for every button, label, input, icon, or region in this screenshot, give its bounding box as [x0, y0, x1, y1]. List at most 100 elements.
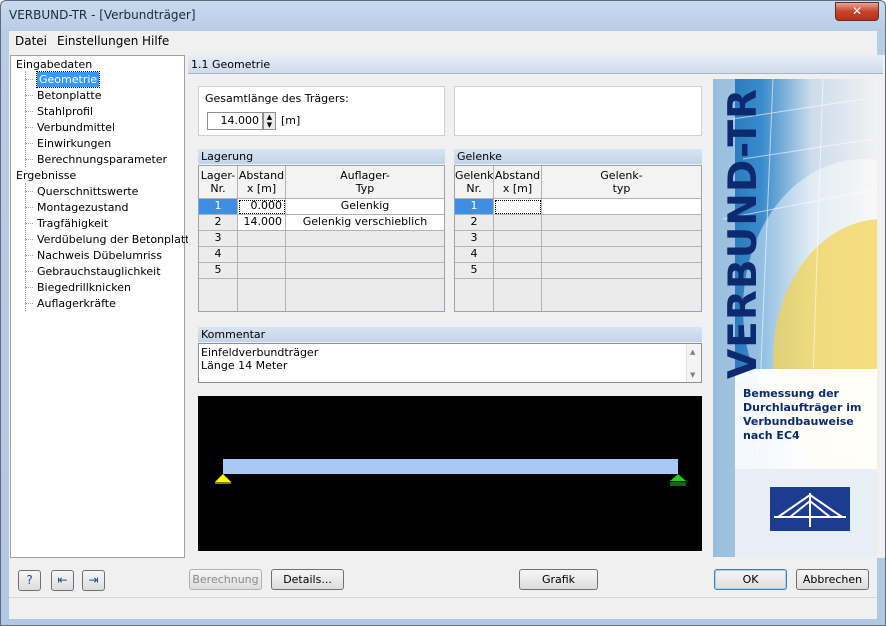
- tree-branch: [25, 111, 33, 112]
- gelenke-cell-typ[interactable]: [542, 199, 701, 215]
- lagerung-row-nr[interactable]: 4: [199, 247, 238, 263]
- gelenke-row-nr[interactable]: 4: [455, 247, 494, 263]
- hinged-support-left: [215, 474, 231, 484]
- length-box: Gesamtlänge des Trägers: 14.000 ▲ ▼ [m]: [198, 86, 445, 136]
- navigator-tree[interactable]: Eingabedaten Geometrie Betonplatte Stahl…: [10, 55, 196, 558]
- gelenke-col-typ: Gelenk- typ: [542, 166, 701, 199]
- lagerung-col-x: Abstand x [m]: [238, 166, 286, 199]
- menu-bar: Datei Einstellungen Hilfe: [9, 31, 877, 51]
- tree-branch: [25, 287, 33, 288]
- kommentar-scrollbar[interactable]: ▲ ▼: [686, 344, 701, 382]
- geometry-panel: 1.1 Geometrie Gesamtlänge des Trägers: 1…: [188, 55, 885, 558]
- gelenke-cell-x[interactable]: [494, 247, 542, 263]
- lagerung-cell-x[interactable]: [238, 247, 286, 263]
- gelenke-col-nr: Gelenk- Nr.: [455, 166, 494, 199]
- lagerung-cell-x[interactable]: 0.000: [238, 199, 286, 215]
- lagerung-cell-typ[interactable]: [286, 231, 444, 247]
- gelenke-col-x: Abstand x [m]: [494, 166, 542, 199]
- beam-graphic[interactable]: [198, 396, 702, 551]
- tree-branch: [25, 143, 33, 144]
- tree-item-tragfaehigkeit[interactable]: Tragfähigkeit: [37, 216, 108, 231]
- abbrechen-button[interactable]: Abbrechen: [796, 569, 869, 590]
- tree-item-biegedrillknicken[interactable]: Biegedrillknicken: [37, 280, 131, 295]
- gelenke-cell-x[interactable]: [494, 215, 542, 231]
- kommentar-line-1: Einfeldverbundträger: [201, 346, 319, 359]
- lagerung-row-nr[interactable]: 3: [199, 231, 238, 247]
- tree-item-einwirkungen[interactable]: Einwirkungen: [37, 136, 111, 151]
- length-label: Gesamtlänge des Trägers:: [205, 92, 349, 105]
- gelenke-row-nr[interactable]: 3: [455, 231, 494, 247]
- gelenke-header: Gelenke: [454, 149, 702, 164]
- import-icon[interactable]: ⇤: [51, 570, 74, 591]
- lagerung-row-nr[interactable]: 5: [199, 263, 238, 279]
- empty-box: [454, 86, 702, 136]
- lagerung-row-nr[interactable]: 1: [199, 199, 238, 215]
- product-logo: VERBUND-TR Bemessung der Durchlaufträger…: [713, 79, 877, 557]
- gelenke-cell-typ[interactable]: [542, 247, 701, 263]
- lagerung-cell-typ[interactable]: Gelenkig verschieblich: [286, 215, 444, 231]
- gelenke-cell-x[interactable]: [494, 231, 542, 247]
- gelenke-cell-x[interactable]: [494, 199, 542, 215]
- help-icon[interactable]: ?: [18, 570, 41, 591]
- beam-shape: [223, 459, 678, 474]
- lagerung-cell-x[interactable]: 14.000: [238, 215, 286, 231]
- menu-einstellungen[interactable]: Einstellungen: [57, 34, 138, 48]
- lagerung-col-nr: Lager- Nr.: [199, 166, 238, 199]
- tree-item-stahlprofil[interactable]: Stahlprofil: [37, 104, 93, 119]
- lagerung-table[interactable]: Lager- Nr. Abstand x [m] Auflager- Typ 1…: [198, 165, 445, 312]
- length-input[interactable]: 14.000: [207, 112, 263, 130]
- gelenke-row-nr[interactable]: 1: [455, 199, 494, 215]
- tree-item-querschnittswerte[interactable]: Querschnittswerte: [37, 184, 138, 199]
- tree-item-verduebelung[interactable]: Verdübelung der Betonplatte: [37, 232, 196, 247]
- tree-branch: [25, 207, 33, 208]
- ok-button[interactable]: OK: [714, 569, 787, 590]
- window-title: VERBUND-TR - [Verbundträger]: [9, 8, 196, 22]
- tree-item-auflagerkraefte[interactable]: Auflagerkräfte: [37, 296, 116, 311]
- grafik-button[interactable]: Grafik: [519, 569, 598, 590]
- lagerung-header: Lagerung: [198, 149, 445, 164]
- lagerung-row-nr[interactable]: 2: [199, 215, 238, 231]
- gelenke-cell-typ[interactable]: [542, 263, 701, 279]
- kommentar-textarea[interactable]: Einfeldverbundträger Länge 14 Meter ▲ ▼: [198, 343, 702, 383]
- status-bar: [9, 597, 877, 617]
- menu-datei[interactable]: Datei: [15, 34, 47, 48]
- berechnung-button[interactable]: Berechnung: [189, 569, 262, 590]
- tree-branch: [25, 127, 33, 128]
- tree-item-montagezustand[interactable]: Montagezustand: [37, 200, 128, 215]
- lagerung-cell-empty: [238, 279, 286, 311]
- scroll-up-icon[interactable]: ▲: [690, 348, 695, 356]
- tree-item-gebrauchstauglichkeit[interactable]: Gebrauchstauglichkeit: [37, 264, 161, 279]
- gelenke-table[interactable]: Gelenk- Nr. Abstand x [m] Gelenk- typ 1 …: [454, 165, 702, 312]
- main-window: VERBUND-TR - [Verbundträger] ✕ Datei Ein…: [0, 0, 886, 626]
- tree-item-berechnungsparameter[interactable]: Berechnungsparameter: [37, 152, 167, 167]
- tree-branch: [25, 191, 33, 192]
- gelenke-cell-x[interactable]: [494, 263, 542, 279]
- tree-item-geometrie[interactable]: Geometrie: [35, 71, 101, 88]
- export-icon[interactable]: ⇥: [82, 570, 105, 591]
- menu-hilfe[interactable]: Hilfe: [142, 34, 169, 48]
- tree-item-verbundmittel[interactable]: Verbundmittel: [37, 120, 115, 135]
- lagerung-cell-typ[interactable]: [286, 247, 444, 263]
- tree-item-betonplatte[interactable]: Betonplatte: [37, 88, 102, 103]
- tree-branch: [25, 159, 33, 160]
- tree-line: [25, 71, 26, 167]
- details-button[interactable]: Details...: [271, 569, 344, 590]
- lagerung-cell-typ[interactable]: [286, 263, 444, 279]
- length-spinner[interactable]: ▲ ▼: [263, 112, 276, 130]
- tree-line: [25, 183, 26, 311]
- gelenke-cell-typ[interactable]: [542, 231, 701, 247]
- tree-item-duebelumriss[interactable]: Nachweis Dübelumriss: [37, 248, 162, 263]
- kommentar-line-2: Länge 14 Meter: [201, 359, 288, 372]
- logo-subtitle: Bemessung der Durchlaufträger im Verbund…: [743, 387, 862, 442]
- tree-branch: [25, 255, 33, 256]
- lagerung-cell-x[interactable]: [238, 263, 286, 279]
- scroll-down-icon[interactable]: ▼: [690, 371, 695, 379]
- lagerung-cell-typ[interactable]: Gelenkig: [286, 199, 444, 215]
- gelenke-row-nr[interactable]: 2: [455, 215, 494, 231]
- gelenke-cell-typ[interactable]: [542, 215, 701, 231]
- close-button[interactable]: ✕: [835, 2, 879, 21]
- tree-root-ergebnisse[interactable]: Ergebnisse: [16, 168, 76, 183]
- lagerung-cell-x[interactable]: [238, 231, 286, 247]
- gelenke-row-nr[interactable]: 5: [455, 263, 494, 279]
- tree-root-eingabedaten[interactable]: Eingabedaten: [16, 57, 92, 72]
